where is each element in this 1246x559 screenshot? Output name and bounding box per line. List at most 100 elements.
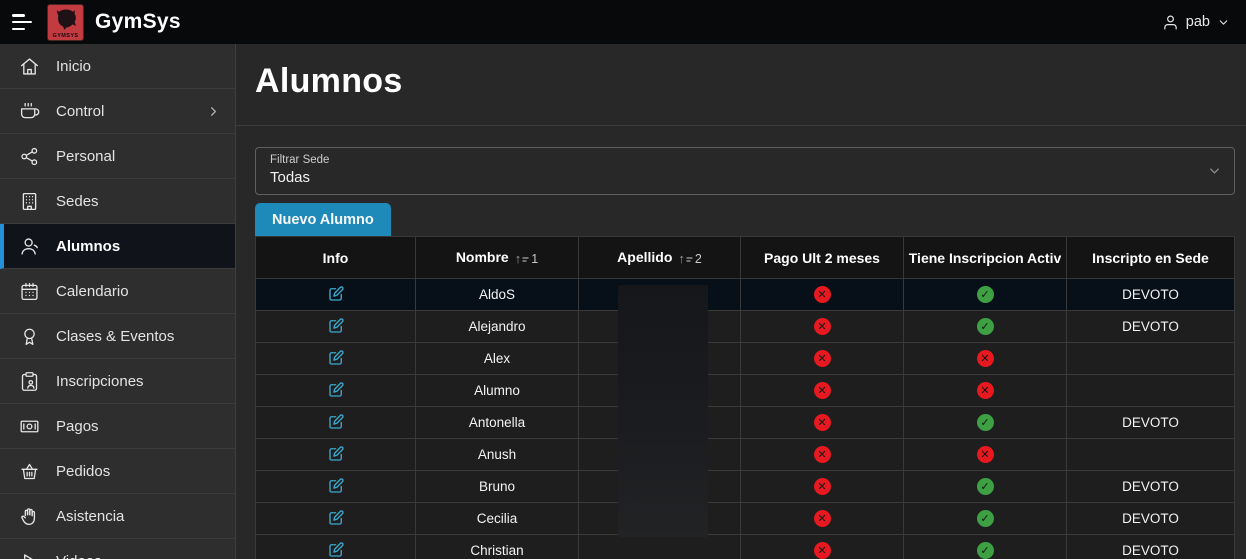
- top-bar: GYMSYS GymSys pab: [0, 0, 1246, 44]
- sidebar-item-clases-eventos[interactable]: Clases & Eventos: [0, 314, 235, 359]
- edit-row-button[interactable]: [325, 507, 347, 529]
- edit-row-button[interactable]: [325, 379, 347, 401]
- cell-tiene-inscripcion-activa: ✕: [903, 374, 1067, 407]
- cell-info: [255, 310, 416, 343]
- cell-inscripto-en-sede: [1066, 374, 1235, 407]
- edit-row-button[interactable]: [325, 443, 347, 465]
- sidebar-item-label: Videos: [56, 553, 102, 559]
- cell-info: [255, 406, 416, 439]
- edit-row-button[interactable]: [325, 315, 347, 337]
- status-cross-icon: ✕: [813, 286, 831, 303]
- edit-row-button[interactable]: [325, 347, 347, 369]
- column-header-inscripto-en-sede[interactable]: Inscripto en Sede: [1066, 236, 1235, 279]
- status-cross-icon: ✕: [976, 382, 994, 399]
- main-content: Alumnos Filtrar Sede Todas Nuevo Alumno …: [236, 44, 1246, 559]
- edit-icon: [328, 318, 344, 333]
- cell-pago-ult-2-meses: ✕: [740, 342, 904, 375]
- chevron-down-icon: [1217, 16, 1230, 29]
- status-cross-icon: ✕: [813, 510, 831, 527]
- edit-row-button[interactable]: [325, 283, 347, 305]
- sidebar-item-sedes[interactable]: Sedes: [0, 179, 235, 224]
- new-alumno-button[interactable]: Nuevo Alumno: [255, 203, 391, 236]
- edit-row-button[interactable]: [325, 539, 347, 559]
- sidebar-item-label: Calendario: [56, 282, 129, 300]
- app-logo[interactable]: GYMSYS: [47, 3, 84, 41]
- cell-inscripto-en-sede: [1066, 438, 1235, 471]
- cell-inscripto-en-sede: DEVOTO: [1066, 470, 1235, 503]
- column-header-apellido[interactable]: Apellido ↑ 2: [578, 236, 741, 279]
- sidebar-item-inicio[interactable]: Inicio: [0, 44, 235, 89]
- status-cross-icon: ✕: [813, 478, 831, 495]
- column-header-tiene-inscripcion-activ[interactable]: Tiene Inscripcion Activ: [903, 236, 1067, 279]
- page-title: Alumnos: [255, 62, 403, 100]
- status-cross-icon: ✕: [976, 446, 994, 463]
- cell-info: [255, 534, 416, 559]
- cell-nombre: Cecilia: [415, 502, 579, 535]
- column-header-nombre[interactable]: Nombre ↑ 1: [415, 236, 579, 279]
- column-header-info[interactable]: Info: [255, 236, 416, 279]
- cell-tiene-inscripcion-activa: ✓: [903, 406, 1067, 439]
- app-title: GymSys: [95, 10, 181, 33]
- sidebar-item-pagos[interactable]: Pagos: [0, 404, 235, 449]
- building-icon: [19, 191, 40, 212]
- table-row: Cecilia ✕ ✓ DEVOTO: [255, 502, 1235, 535]
- status-cross-icon: ✕: [813, 350, 831, 367]
- edit-icon: [328, 510, 344, 525]
- hand-icon: [19, 506, 40, 527]
- cell-pago-ult-2-meses: ✕: [740, 534, 904, 559]
- sidebar-item-label: Personal: [56, 147, 116, 165]
- sidebar-item-pedidos[interactable]: Pedidos: [0, 449, 235, 494]
- status-check-icon: ✓: [976, 478, 994, 495]
- sidebar-item-inscripciones[interactable]: Inscripciones: [0, 359, 235, 404]
- cell-pago-ult-2-meses: ✕: [740, 310, 904, 343]
- cell-inscripto-en-sede: DEVOTO: [1066, 502, 1235, 535]
- cell-tiene-inscripcion-activa: ✓: [903, 310, 1067, 343]
- cell-pago-ult-2-meses: ✕: [740, 438, 904, 471]
- basket-icon: [19, 461, 40, 482]
- sidebar-item-label: Asistencia: [56, 507, 125, 525]
- sidebar-item-control[interactable]: Control: [0, 89, 235, 134]
- sidebar-item-personal[interactable]: Personal: [0, 134, 235, 179]
- cell-info: [255, 438, 416, 471]
- sidebar-item-asistencia[interactable]: Asistencia: [0, 494, 235, 539]
- column-label: Apellido: [617, 249, 673, 265]
- user-menu[interactable]: pab: [1162, 14, 1230, 31]
- sidebar-item-videos[interactable]: Videos: [0, 539, 235, 559]
- sidebar-item-alumnos[interactable]: Alumnos: [0, 224, 235, 269]
- menu-toggle-icon[interactable]: [12, 13, 36, 31]
- edit-icon: [328, 382, 344, 397]
- cell-nombre: Christian: [415, 534, 579, 559]
- status-cross-icon: ✕: [813, 542, 831, 559]
- sidebar-item-label: Sedes: [56, 192, 99, 210]
- clipboard-person-icon: [19, 371, 40, 392]
- table-row: Antonella ✕ ✓ DEVOTO: [255, 406, 1235, 439]
- sidebar-item-calendario[interactable]: Calendario: [0, 269, 235, 314]
- sidebar-item-label: Alumnos: [56, 237, 121, 255]
- cell-info: [255, 342, 416, 375]
- table-body: AldoS ✕ ✓ DEVOTO Alejandro ✕ ✓ DEVOTO Alex ✕ ✕ Alum…: [255, 278, 1235, 559]
- edit-row-button[interactable]: [325, 475, 347, 497]
- cell-nombre: Alumno: [415, 374, 579, 407]
- cell-info: [255, 470, 416, 503]
- status-cross-icon: ✕: [813, 446, 831, 463]
- sidebar-item-label: Inicio: [56, 57, 92, 75]
- filter-sede-select[interactable]: Filtrar Sede Todas: [255, 147, 1235, 195]
- cell-nombre: Bruno: [415, 470, 579, 503]
- sort-ascending-icon: ↑ 2: [678, 251, 702, 266]
- table-row: Alejandro ✕ ✓ DEVOTO: [255, 310, 1235, 343]
- sort-ascending-icon: ↑ 1: [514, 251, 539, 266]
- cell-tiene-inscripcion-activa: ✕: [903, 438, 1067, 471]
- sidebar-item-label: Inscripciones: [56, 372, 144, 390]
- table-row: Christian ✕ ✓ DEVOTO: [255, 534, 1235, 559]
- cell-nombre: Alejandro: [415, 310, 579, 343]
- edit-row-button[interactable]: [325, 411, 347, 433]
- banknote-icon: [19, 416, 40, 437]
- cell-nombre: Anush: [415, 438, 579, 471]
- status-check-icon: ✓: [976, 542, 994, 559]
- edit-icon: [328, 286, 344, 301]
- cell-info: [255, 278, 416, 311]
- filter-value: Todas: [270, 169, 311, 186]
- column-header-pago-ult-2-meses[interactable]: Pago Ult 2 meses: [740, 236, 904, 279]
- table-row: AldoS ✕ ✓ DEVOTO: [255, 278, 1235, 311]
- user-name: pab: [1185, 14, 1210, 30]
